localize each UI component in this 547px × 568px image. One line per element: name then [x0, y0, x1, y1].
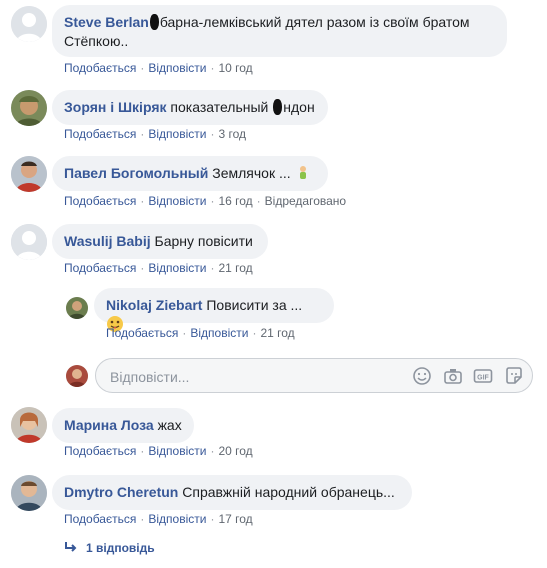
- comment-author[interactable]: Павел Богомольный: [64, 165, 208, 181]
- comment-actions: Подобається · Відповісти · 21 год: [64, 261, 253, 275]
- avatar-nikolaj[interactable]: [66, 297, 88, 319]
- reply-link[interactable]: Відповісти: [148, 512, 206, 526]
- like-link[interactable]: Подобається: [64, 444, 136, 458]
- comment-bubble: Павел Богомольный Землячок ...: [52, 156, 328, 191]
- comment-text-continued: Стёпкою..: [64, 33, 129, 49]
- current-user-avatar: [66, 365, 88, 387]
- like-link[interactable]: Подобається: [64, 61, 136, 75]
- view-replies-label[interactable]: 1 відповідь: [86, 541, 155, 555]
- redaction-mark: [273, 99, 283, 115]
- camera-icon[interactable]: [443, 366, 463, 386]
- timestamp[interactable]: 21 год: [218, 261, 252, 275]
- reply-link[interactable]: Відповісти: [148, 61, 206, 75]
- view-replies-link[interactable]: 1 відповідь: [64, 541, 155, 555]
- reply-actions: Подобається · Відповісти · 21 год: [106, 326, 295, 340]
- avatar-steve-berlan[interactable]: [11, 6, 47, 42]
- like-link[interactable]: Подобається: [106, 326, 178, 340]
- redaction-mark: [149, 14, 159, 30]
- reply-input[interactable]: [108, 366, 402, 387]
- comment-author[interactable]: Dmytro Cheretun: [64, 484, 178, 500]
- comment-bubble: Марина Лоза жах: [52, 408, 194, 443]
- smile-icon[interactable]: [412, 366, 432, 386]
- reply-link[interactable]: Відповісти: [148, 127, 206, 141]
- avatar-maryna[interactable]: [11, 407, 47, 443]
- comment-author[interactable]: Wasulij Babij: [64, 233, 151, 249]
- reply-link[interactable]: Відповісти: [190, 326, 248, 340]
- timestamp[interactable]: 10 год: [218, 61, 252, 75]
- comment-text: Барну повісити: [154, 233, 253, 249]
- like-link[interactable]: Подобається: [64, 261, 136, 275]
- timestamp[interactable]: 16 год: [218, 194, 252, 208]
- comment-author[interactable]: Зорян і Шкіряк: [64, 99, 167, 115]
- timestamp[interactable]: 21 год: [260, 326, 294, 340]
- avatar-pavel[interactable]: [11, 156, 47, 192]
- comment-actions: Подобається · Відповісти · 17 год: [64, 512, 253, 526]
- reply-author[interactable]: Nikolaj Ziebart: [106, 297, 202, 313]
- person-emoji-icon: [295, 165, 311, 181]
- comment-bubble: Steve Berlan барна-лемківський дятел разо…: [52, 5, 507, 57]
- like-link[interactable]: Подобається: [64, 512, 136, 526]
- gif-icon[interactable]: GIF: [473, 366, 493, 386]
- comment-text: барна-лемківський дятел разом із своїм б…: [159, 14, 470, 30]
- comment-actions: Подобається · Відповісти · 3 год: [64, 127, 246, 141]
- comment-bubble: Зорян і Шкіряк показательный ндон: [52, 90, 328, 125]
- comment-bubble: Dmytro Cheretun Справжній народний обран…: [52, 475, 412, 510]
- sticker-icon[interactable]: [504, 366, 524, 386]
- like-link[interactable]: Подобається: [64, 194, 136, 208]
- reply-text: Повисити за ...: [206, 297, 303, 313]
- comment-text: Справжній народний обранець...: [182, 484, 395, 500]
- like-link[interactable]: Подобається: [64, 127, 136, 141]
- timestamp[interactable]: 3 год: [218, 127, 246, 141]
- avatar-zoryan[interactable]: [11, 90, 47, 126]
- edited-label[interactable]: Відредаговано: [265, 194, 346, 208]
- comment-bubble: Wasulij Babij Барну повісити: [52, 224, 268, 259]
- reply-link[interactable]: Відповісти: [148, 194, 206, 208]
- comment-actions: Подобається · Відповісти · 10 год: [64, 61, 253, 75]
- avatar-wasulij[interactable]: [11, 224, 47, 260]
- comment-author[interactable]: Steve Berlan: [64, 14, 149, 30]
- comment-actions: Подобається · Відповісти · 16 год · Відредагов…: [64, 194, 347, 208]
- reply-composer[interactable]: GIF: [95, 358, 533, 393]
- reply-bubble: Nikolaj Ziebart Повисити за ...: [94, 288, 334, 332]
- svg-text:GIF: GIF: [477, 374, 489, 381]
- avatar-dmytro[interactable]: [11, 475, 47, 511]
- comment-author[interactable]: Марина Лоза: [64, 417, 154, 433]
- reply-arrow-icon: [64, 541, 78, 553]
- timestamp[interactable]: 17 год: [218, 512, 252, 526]
- comment-text: Землячок ...: [212, 165, 291, 181]
- reply-link[interactable]: Відповісти: [148, 444, 206, 458]
- comment-text: жах: [157, 417, 182, 433]
- reply-link[interactable]: Відповісти: [148, 261, 206, 275]
- comment-actions: Подобається · Відповісти · 20 год: [64, 444, 253, 458]
- comment-text: показательный ндон: [170, 99, 315, 115]
- timestamp[interactable]: 20 год: [218, 444, 252, 458]
